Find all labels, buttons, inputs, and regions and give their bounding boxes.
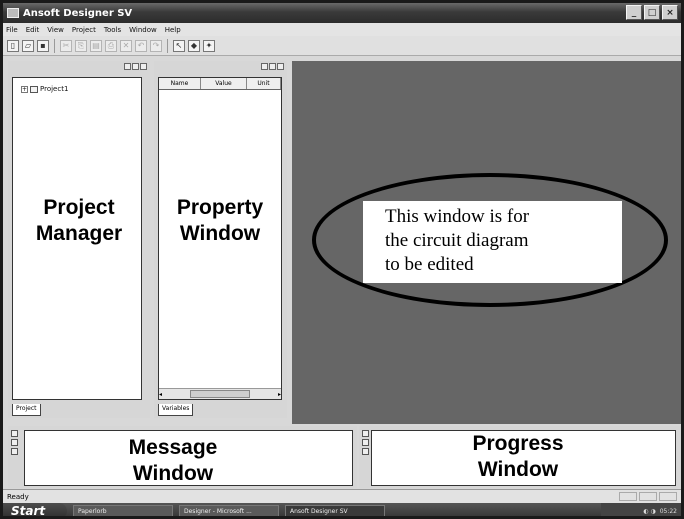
- expand-icon[interactable]: +: [21, 85, 28, 93]
- taskbar-item[interactable]: Paperlorb: [73, 504, 173, 516]
- toolbar-separator: [167, 38, 168, 53]
- pane-maximize-icon[interactable]: [362, 439, 369, 446]
- pane-maximize-icon[interactable]: [269, 63, 276, 70]
- taskbar-item[interactable]: Designer - Microsoft ...: [179, 504, 279, 516]
- toolbar-separator: [54, 38, 55, 53]
- taskbar-item-active[interactable]: Ansoft Designer SV: [285, 504, 385, 516]
- pane-controls: [11, 430, 18, 455]
- menu-bar: File Edit View Project Tools Window Help: [3, 23, 681, 36]
- menu-view[interactable]: View: [47, 26, 64, 34]
- undo-icon[interactable]: ↶: [135, 39, 147, 52]
- window-controls: _ □ ×: [626, 5, 678, 20]
- progress-window-annotation: Progress Window: [472, 432, 564, 481]
- column-value[interactable]: Value: [201, 78, 247, 89]
- scroll-thumb[interactable]: [190, 390, 250, 398]
- maximize-button[interactable]: □: [644, 5, 660, 20]
- save-icon[interactable]: ▪: [37, 39, 49, 52]
- pane-dock-icon[interactable]: [124, 63, 131, 70]
- column-unit[interactable]: Unit: [247, 78, 281, 89]
- new-icon[interactable]: ▯: [7, 39, 19, 52]
- copy-icon[interactable]: ⎘: [75, 39, 87, 52]
- pane-close-icon[interactable]: [11, 430, 18, 437]
- menu-help[interactable]: Help: [165, 26, 181, 34]
- menu-window[interactable]: Window: [129, 26, 157, 34]
- start-button[interactable]: Start: [3, 503, 67, 518]
- probe-icon[interactable]: ✦: [203, 39, 215, 52]
- column-name[interactable]: Name: [159, 78, 201, 89]
- component-icon[interactable]: ◆: [188, 39, 200, 52]
- tray-clock: 05:22: [659, 507, 677, 515]
- title-bar[interactable]: Ansoft Designer SV _ □ ×: [3, 3, 681, 23]
- scroll-left-icon[interactable]: ◂: [159, 391, 162, 398]
- pane-maximize-icon[interactable]: [132, 63, 139, 70]
- status-cells: [619, 492, 677, 501]
- status-bar: Ready: [3, 489, 681, 503]
- pane-controls: [8, 61, 150, 72]
- pane-close-icon[interactable]: [362, 430, 369, 437]
- tree-item-project[interactable]: + Project1: [21, 85, 68, 93]
- menu-file[interactable]: File: [6, 26, 18, 34]
- menu-tools[interactable]: Tools: [104, 26, 121, 34]
- pane-dock-icon[interactable]: [261, 63, 268, 70]
- canvas-annotation: This window is for the circuit diagram t…: [363, 201, 622, 283]
- pane-controls: [362, 430, 369, 455]
- minimize-button[interactable]: _: [626, 5, 642, 20]
- status-text: Ready: [7, 492, 29, 501]
- taskbar: Start Paperlorb Designer - Microsoft ...…: [3, 503, 681, 518]
- property-header: Name Value Unit: [159, 78, 281, 90]
- schematic-canvas[interactable]: This window is for the circuit diagram t…: [292, 61, 681, 424]
- open-icon[interactable]: ▱: [22, 39, 34, 52]
- redo-icon[interactable]: ↷: [150, 39, 162, 52]
- project-icon: [30, 85, 38, 93]
- message-window-annotation: Message Window: [128, 436, 218, 485]
- pane-controls: [154, 61, 287, 72]
- paste-icon[interactable]: ▤: [90, 39, 102, 52]
- tree-item-label: Project1: [40, 85, 69, 93]
- wire-icon[interactable]: ↖: [173, 39, 185, 52]
- horizontal-scrollbar[interactable]: ◂ ▸: [159, 388, 281, 399]
- close-button[interactable]: ×: [662, 5, 678, 20]
- system-tray: ◐ ◑ 05:22: [601, 503, 681, 516]
- menu-project[interactable]: Project: [72, 26, 96, 34]
- cut-icon[interactable]: ✂: [60, 39, 72, 52]
- pane-close-icon[interactable]: [140, 63, 147, 70]
- pane-dock-icon[interactable]: [362, 448, 369, 455]
- project-manager-annotation: Project Manager: [35, 196, 123, 245]
- toolbar: ▯ ▱ ▪ ✂ ⎘ ▤ ⎙ ✕ ↶ ↷ ↖ ◆ ✦: [3, 36, 681, 56]
- print-icon[interactable]: ⎙: [105, 39, 117, 52]
- scroll-right-icon[interactable]: ▸: [278, 391, 281, 398]
- pane-dock-icon[interactable]: [11, 448, 18, 455]
- tab-project[interactable]: Project: [12, 404, 41, 416]
- start-label: Start: [11, 504, 46, 518]
- window-title: Ansoft Designer SV: [23, 7, 133, 19]
- pane-close-icon[interactable]: [277, 63, 284, 70]
- tab-variables[interactable]: Variables: [158, 404, 194, 416]
- property-window-annotation: Property Window: [176, 196, 264, 245]
- app-icon: [7, 8, 19, 18]
- menu-edit[interactable]: Edit: [26, 26, 40, 34]
- app-window: Ansoft Designer SV _ □ × File Edit View …: [0, 0, 684, 519]
- delete-icon[interactable]: ✕: [120, 39, 132, 52]
- pane-maximize-icon[interactable]: [11, 439, 18, 446]
- tray-icons[interactable]: ◐ ◑: [643, 508, 655, 515]
